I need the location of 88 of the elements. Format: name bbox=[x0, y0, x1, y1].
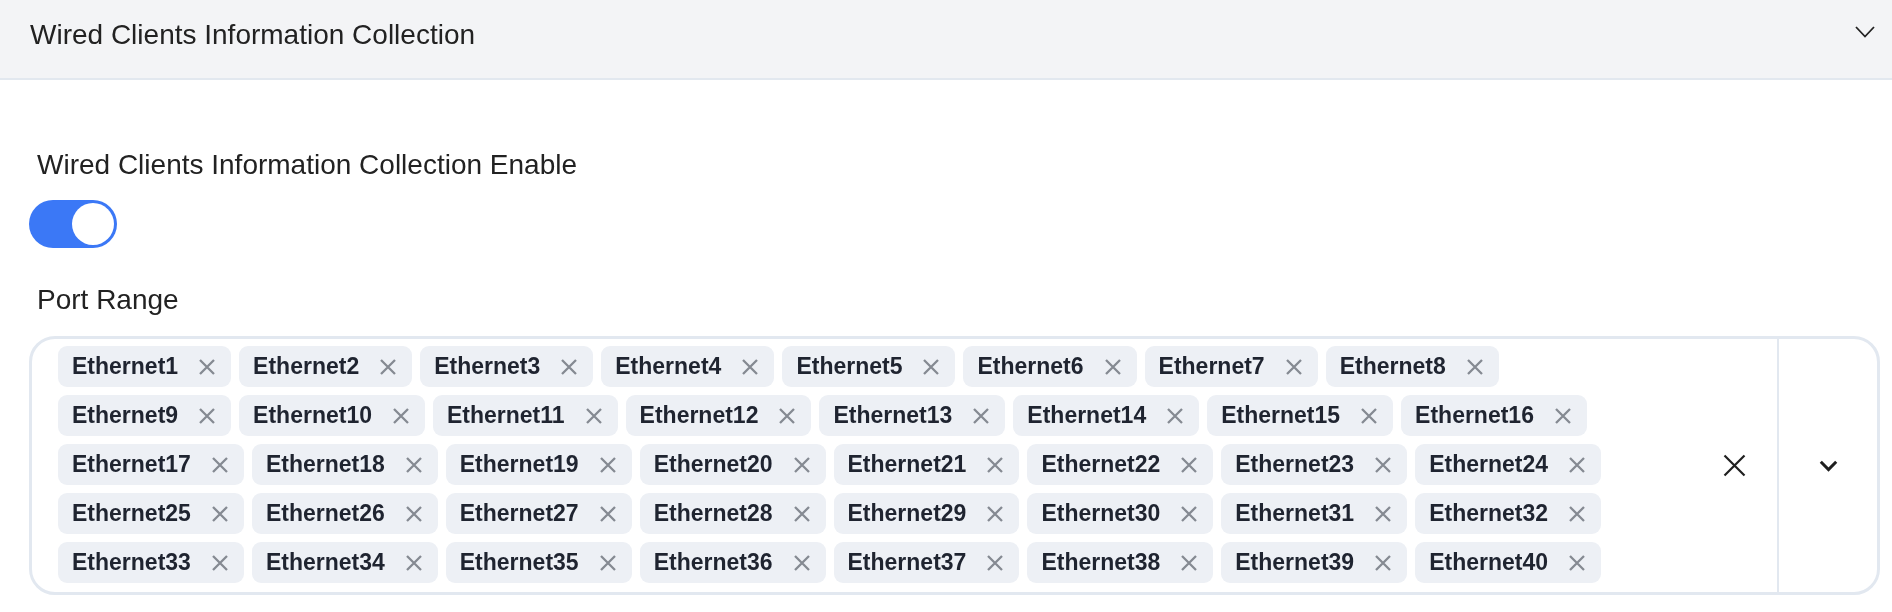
close-icon[interactable] bbox=[1568, 553, 1586, 572]
close-icon[interactable] bbox=[391, 406, 410, 425]
tag-label: Ethernet16 bbox=[1415, 402, 1534, 429]
tag-label: Ethernet30 bbox=[1041, 500, 1161, 527]
close-icon[interactable] bbox=[198, 357, 217, 376]
close-icon[interactable] bbox=[741, 357, 760, 376]
tag-label: Ethernet13 bbox=[833, 402, 953, 429]
close-icon[interactable] bbox=[986, 455, 1005, 474]
close-icon[interactable] bbox=[1374, 455, 1393, 474]
tag-label: Ethernet20 bbox=[653, 451, 773, 478]
close-icon[interactable] bbox=[1180, 455, 1199, 474]
tag-label: Ethernet8 bbox=[1339, 353, 1446, 380]
tag-label: Ethernet29 bbox=[847, 500, 967, 527]
tag-label: Ethernet27 bbox=[459, 500, 579, 527]
tag-label: Ethernet40 bbox=[1429, 549, 1548, 576]
tag-label: Ethernet32 bbox=[1429, 500, 1548, 527]
close-icon[interactable] bbox=[584, 406, 603, 425]
close-icon[interactable] bbox=[792, 455, 811, 474]
close-icon[interactable] bbox=[1180, 553, 1199, 572]
close-icon[interactable] bbox=[1180, 504, 1199, 523]
tag-label: Ethernet11 bbox=[446, 402, 565, 429]
tag-label: Ethernet19 bbox=[459, 451, 579, 478]
tag-label: Ethernet2 bbox=[253, 353, 360, 380]
tag-label: Ethernet6 bbox=[977, 353, 1084, 380]
close-icon[interactable] bbox=[1374, 553, 1393, 572]
field-label: Wired Clients Information Collection Enable bbox=[36, 148, 578, 182]
tag-label: Ethernet3 bbox=[434, 353, 541, 380]
chevron-down-icon bbox=[1818, 459, 1838, 472]
tag-label: Ethernet36 bbox=[653, 549, 773, 576]
close-icon[interactable] bbox=[1374, 504, 1393, 523]
field-label: Port Range bbox=[36, 283, 179, 317]
close-icon[interactable] bbox=[778, 406, 797, 425]
tag-label: Ethernet1 bbox=[72, 353, 179, 380]
tag-label: Ethernet39 bbox=[1235, 549, 1355, 576]
tag-label: Ethernet5 bbox=[796, 353, 903, 380]
close-icon[interactable] bbox=[1568, 504, 1586, 523]
close-icon[interactable] bbox=[598, 455, 617, 474]
close-icon[interactable] bbox=[379, 357, 398, 376]
close-icon[interactable] bbox=[598, 553, 617, 572]
tag-label: Ethernet31 bbox=[1235, 500, 1355, 527]
tag-label: Ethernet35 bbox=[459, 549, 579, 576]
close-icon[interactable] bbox=[1553, 406, 1572, 425]
tag-label: Ethernet34 bbox=[265, 549, 385, 576]
section-title: Wired Clients Information Collection bbox=[30, 17, 476, 52]
close-icon[interactable] bbox=[922, 357, 941, 376]
close-icon[interactable] bbox=[1360, 406, 1379, 425]
tag-label: Ethernet18 bbox=[265, 451, 385, 478]
close-icon[interactable] bbox=[1568, 455, 1586, 474]
tag-label: Ethernet37 bbox=[847, 549, 967, 576]
tag-label: Ethernet9 bbox=[72, 402, 179, 429]
close-icon[interactable] bbox=[792, 553, 811, 572]
close-icon[interactable] bbox=[210, 504, 229, 523]
close-icon[interactable] bbox=[198, 406, 217, 425]
section-header[interactable]: Wired Clients Information Collection bbox=[0, 0, 1892, 80]
tag-label: Ethernet14 bbox=[1027, 402, 1147, 429]
close-icon[interactable] bbox=[986, 504, 1005, 523]
close-icon[interactable] bbox=[792, 504, 811, 523]
tag-label: Ethernet23 bbox=[1235, 451, 1355, 478]
tag-label: Ethernet15 bbox=[1221, 402, 1341, 429]
close-icon[interactable] bbox=[404, 455, 423, 474]
close-icon[interactable] bbox=[1166, 406, 1185, 425]
tag-label: Ethernet28 bbox=[653, 500, 773, 527]
close-icon[interactable] bbox=[560, 357, 579, 376]
tag-label: Ethernet21 bbox=[847, 451, 967, 478]
tag-label: Ethernet33 bbox=[72, 549, 191, 576]
toggle-switch[interactable] bbox=[29, 200, 117, 248]
tag-label: Ethernet24 bbox=[1429, 451, 1548, 478]
close-icon[interactable] bbox=[404, 553, 423, 572]
close-icon[interactable] bbox=[598, 504, 617, 523]
close-icon[interactable] bbox=[404, 504, 423, 523]
tag-label: Ethernet7 bbox=[1158, 353, 1265, 380]
multiselect-field[interactable] bbox=[29, 336, 1880, 595]
tag-label: Ethernet10 bbox=[253, 402, 372, 429]
close-icon[interactable] bbox=[210, 455, 229, 474]
tag-label: Ethernet4 bbox=[615, 353, 722, 380]
close-icon[interactable] bbox=[986, 553, 1005, 572]
close-icon bbox=[1723, 454, 1746, 477]
close-icon[interactable] bbox=[210, 553, 229, 572]
close-icon[interactable] bbox=[1284, 357, 1303, 376]
close-icon[interactable] bbox=[972, 406, 991, 425]
close-icon[interactable] bbox=[1465, 357, 1484, 376]
tag-label: Ethernet12 bbox=[639, 402, 759, 429]
tag-label: Ethernet38 bbox=[1041, 549, 1161, 576]
close-icon[interactable] bbox=[1103, 357, 1122, 376]
tag-label: Ethernet22 bbox=[1041, 451, 1161, 478]
tag-label: Ethernet26 bbox=[265, 500, 385, 527]
tag-label: Ethernet17 bbox=[72, 451, 191, 478]
tag-label: Ethernet25 bbox=[72, 500, 191, 527]
